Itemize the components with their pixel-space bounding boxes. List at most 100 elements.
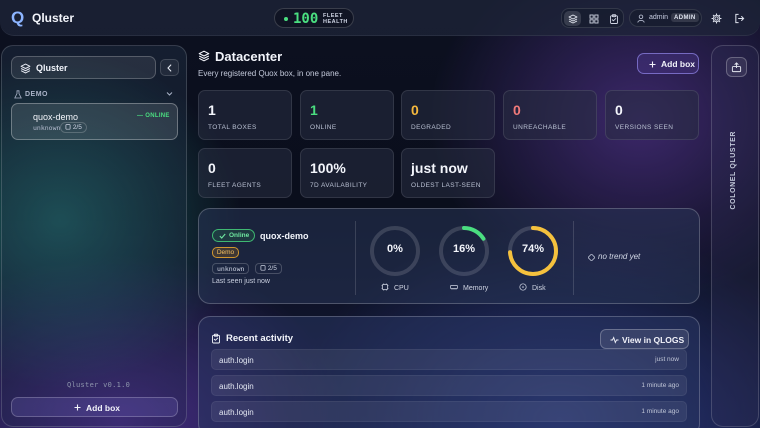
activity-event: auth.login [219,382,254,391]
sidebar-group-label: DEMO [25,91,48,98]
app-version: Qluster v0.1.0 [67,381,131,389]
plus-icon [649,61,656,68]
divider [355,221,356,295]
activity-title: Recent activity [226,333,294,344]
user-name: admin [649,14,669,21]
stat-label: ONLINE [310,124,337,131]
sidebar-item-status: — ONLINE [137,113,170,119]
rail-label: COLONEL QLUSTER [730,131,737,210]
page-subtitle: Every registered Quox box, in one pane. [198,69,342,78]
sidebar-item-count: 2/5 [72,124,82,131]
stat-value: 1 [208,102,216,118]
rail-assistant-button[interactable] [726,57,747,77]
flask-icon [14,90,22,99]
activity-event: auth.login [219,408,254,417]
stat-value: just now [411,160,468,176]
nav-datacenter-button[interactable] [564,11,581,26]
activity-time: just now [655,356,679,363]
stat-value: 0 [208,160,216,176]
gauge-label: CPU [381,283,409,292]
clipboard-icon [609,13,618,24]
sidebar-item-quox-demo[interactable]: quox-demo — ONLINE unknown 2/5 [11,103,178,140]
stat-label: VERSIONS SEEN [615,124,674,131]
sidebar-qluster-button[interactable]: Qluster [11,56,156,79]
stat-card: 0 VERSIONS SEEN [605,90,699,140]
fleet-health-label-line-2: HEALTH [323,19,348,25]
sidebar-title: Qluster [36,63,68,73]
memory-icon [450,285,458,290]
activity-row[interactable]: auth.login just now [211,349,687,370]
stat-value: 0 [513,102,521,118]
settings-button[interactable] [707,9,725,27]
view-switcher [561,8,624,28]
nav-grid-button[interactable] [585,11,602,26]
add-box-button[interactable]: Add box [637,53,699,74]
nav-clipboard-button[interactable] [605,11,622,26]
gauge-value: 16% [452,243,476,255]
logout-icon [734,13,744,23]
activity-time: 1 minute ago [641,408,679,415]
stat-card: just now OLDEST LAST-SEEN [401,148,495,198]
gauge-label: Memory [450,283,488,292]
stat-card: 1 TOTAL BOXES [198,90,292,140]
layers-icon [568,14,577,24]
stat-label: FLEET AGENTS [208,182,262,189]
check-icon [219,233,226,239]
stat-label: OLDEST LAST-SEEN [411,182,481,189]
view-in-qlogs-button[interactable]: View in QLOGS [600,329,689,349]
sidebar-add-box-label: Add box [86,403,120,413]
stat-value: 0 [411,102,419,118]
activity-row[interactable]: auth.login 1 minute ago [211,375,687,396]
activity-row[interactable]: auth.login 1 minute ago [211,401,687,422]
fleet-health-value: 100 [293,11,319,27]
gauge-label-text: CPU [394,285,409,292]
status-badge: Online [212,229,255,242]
gauge-value: 74% [521,243,545,255]
disk-icon [519,283,527,291]
stat-value: 1 [310,102,318,118]
layers-icon [20,63,31,74]
box-version: unknown [212,263,250,274]
sidebar: Qluster DEMO quox-demo — ONLINE unknown … [1,45,187,427]
trend-icon [588,254,595,261]
right-rail: COLONEL QLUSTER [711,45,759,427]
chevron-down-icon[interactable] [166,91,173,97]
activity-icon [610,336,619,344]
box-name: quox-demo [260,231,309,241]
stat-label: UNREACHABLE [513,124,567,131]
app-logo: Q [11,8,25,27]
gauge-value: 0% [387,243,403,255]
activity-event: auth.login [219,356,254,365]
user-role-badge: ADMIN [671,13,699,22]
fleet-status-dot [284,17,288,21]
fleet-health-pill[interactable]: 100 FLEET HEALTH [274,8,354,28]
sidebar-collapse-button[interactable] [160,59,179,76]
last-seen-text: Last seen just now [212,278,270,285]
stat-label: TOTAL BOXES [208,124,257,131]
user-menu[interactable]: admin ADMIN [629,9,702,27]
inbox-icon [731,61,742,72]
logout-button[interactable] [730,9,748,27]
clipboard-icon [65,124,71,130]
sidebar-item-name: quox-demo [33,112,79,122]
stat-label: 7D AVAILABILITY [310,182,368,189]
divider [573,221,574,295]
box-count-badge: 2/5 [255,263,282,274]
box-card[interactable]: Online quox-demo Demo unknown 2/5 Last s… [198,208,700,304]
fleet-health-label: FLEET HEALTH [323,13,348,25]
clipboard-icon [260,265,266,271]
stat-card: 100% 7D AVAILABILITY [300,148,394,198]
view-in-qlogs-label: View in QLOGS [622,335,685,345]
user-icon [637,14,645,23]
sidebar-add-box-button[interactable]: Add box [11,397,178,417]
trend-text: no trend yet [598,252,641,261]
activity-time: 1 minute ago [641,382,679,389]
stat-value: 100% [310,160,346,176]
stat-card: 0 DEGRADED [401,90,495,140]
box-count: 2/5 [267,265,277,272]
recent-activity-panel: Recent activity View in QLOGS auth.login… [198,316,700,428]
stat-card: 0 UNREACHABLE [503,90,597,140]
page-title: Datacenter [215,49,283,64]
stat-card: 0 FLEET AGENTS [198,148,292,198]
stat-value: 0 [615,102,623,118]
